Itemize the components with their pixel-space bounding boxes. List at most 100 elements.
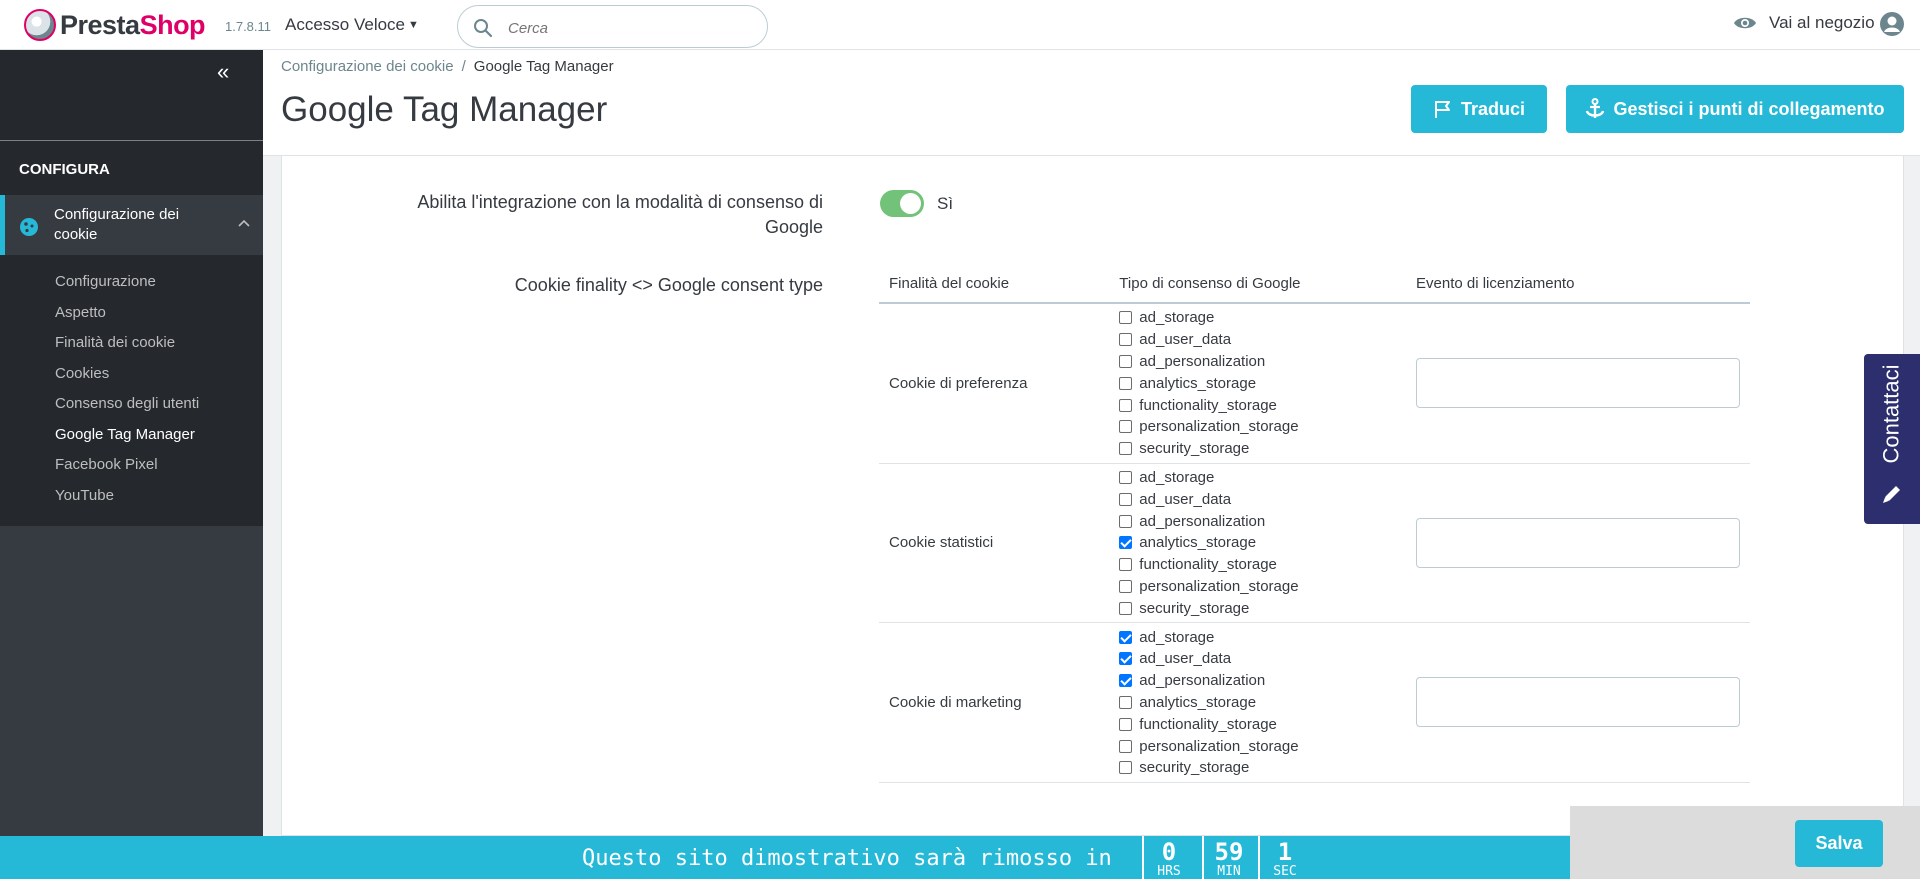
page-title: Google Tag Manager bbox=[281, 90, 608, 129]
breadcrumb-parent-link[interactable]: Configurazione dei cookie bbox=[281, 58, 454, 75]
consent-type-option[interactable]: personalization_storage bbox=[1119, 416, 1406, 438]
consent-type-checkbox[interactable] bbox=[1119, 674, 1133, 688]
consent-type-option[interactable]: ad_storage bbox=[1119, 307, 1406, 329]
consent-type-checkbox[interactable] bbox=[1119, 761, 1133, 775]
sidebar-item-cookie-configuration[interactable]: Configurazione dei cookie bbox=[0, 195, 263, 255]
consent-type-option[interactable]: functionality_storage bbox=[1119, 554, 1406, 576]
consent-type-option[interactable]: ad_personalization bbox=[1119, 351, 1406, 373]
sidebar-item-youtube[interactable]: YouTube bbox=[55, 486, 199, 517]
consent-type-option[interactable]: analytics_storage bbox=[1119, 372, 1406, 394]
sidebar-menu: « CONFIGURA Configurazione dei cookie Co… bbox=[0, 50, 263, 526]
firing-event-input[interactable] bbox=[1416, 358, 1740, 409]
sidebar-item-consenso-degli-utenti[interactable]: Consenso degli utenti bbox=[55, 394, 199, 425]
save-button[interactable]: Salva bbox=[1795, 820, 1883, 867]
consent-type-option[interactable]: security_storage bbox=[1119, 438, 1406, 460]
consent-type-checkbox[interactable] bbox=[1119, 354, 1133, 368]
consent-type-checkbox[interactable] bbox=[1119, 630, 1133, 644]
consent-type-checkbox[interactable] bbox=[1119, 558, 1133, 572]
column-header-finality: Finalità del cookie bbox=[879, 264, 1110, 304]
search-input[interactable] bbox=[506, 16, 750, 40]
consent-type-checkbox[interactable] bbox=[1119, 492, 1133, 506]
consent-type-checkbox[interactable] bbox=[1119, 695, 1133, 709]
consent-type-option[interactable]: ad_user_data bbox=[1119, 488, 1406, 510]
sidebar-item-facebook-pixel[interactable]: Facebook Pixel bbox=[55, 455, 199, 486]
consent-mode-value: Sì bbox=[937, 194, 954, 213]
top-header: PrestaShop 1.7.8.11 Accesso Veloce▼ Vai … bbox=[0, 0, 1920, 50]
manage-hooks-button[interactable]: Gestisci i punti di collegamento bbox=[1566, 85, 1904, 133]
sidebar-item-finalit-dei-cookie[interactable]: Finalità dei cookie bbox=[55, 333, 199, 364]
caret-down-icon: ▼ bbox=[408, 19, 419, 31]
column-header-event: Evento di licenziamento bbox=[1406, 264, 1750, 304]
quick-access-label: Accesso Veloce bbox=[285, 15, 406, 34]
consent-type-checkbox[interactable] bbox=[1119, 514, 1133, 528]
consent-type-checkbox[interactable] bbox=[1119, 579, 1133, 593]
firing-event-cell bbox=[1406, 463, 1750, 624]
sidebar-item-aspetto[interactable]: Aspetto bbox=[55, 303, 199, 334]
consent-type-checkbox[interactable] bbox=[1119, 311, 1133, 325]
consent-type-label: ad_personalization bbox=[1139, 512, 1266, 530]
anchor-icon bbox=[1586, 98, 1605, 118]
demo-notice-text: Questo sito dimostrativo sarà rimosso in bbox=[582, 846, 1112, 871]
countdown-minutes-value: 59 bbox=[1214, 838, 1244, 866]
search-box[interactable] bbox=[457, 5, 768, 48]
consent-type-option[interactable]: functionality_storage bbox=[1119, 394, 1406, 416]
consent-type-checkbox[interactable] bbox=[1119, 536, 1133, 550]
consent-type-option[interactable]: ad_storage bbox=[1119, 626, 1406, 648]
table-row: Cookie statistici ad_storage ad_user_data a… bbox=[879, 463, 1750, 624]
consent-type-checkbox[interactable] bbox=[1119, 652, 1133, 666]
collapse-sidebar-icon[interactable]: « bbox=[217, 61, 229, 83]
demo-countdown-bar: Questo sito dimostrativo sarà rimosso in… bbox=[0, 836, 1570, 879]
search-icon bbox=[474, 19, 493, 38]
consent-mode-toggle[interactable] bbox=[880, 190, 924, 217]
consent-type-option[interactable]: ad_personalization bbox=[1119, 510, 1406, 532]
consent-type-label: ad_user_data bbox=[1139, 490, 1232, 508]
consent-type-checkbox[interactable] bbox=[1119, 420, 1133, 434]
gtm-settings-panel: Abilita l'integrazione con la modalità d… bbox=[281, 156, 1904, 836]
firing-event-cell bbox=[1406, 303, 1750, 464]
consent-type-checkbox[interactable] bbox=[1119, 739, 1133, 753]
version-label: 1.7.8.11 bbox=[225, 19, 272, 34]
consent-type-option[interactable]: security_storage bbox=[1119, 597, 1406, 619]
consent-type-checkbox[interactable] bbox=[1119, 398, 1133, 412]
sidebar-item-configurazione[interactable]: Configurazione bbox=[55, 272, 199, 303]
quick-access-dropdown[interactable]: Accesso Veloce ▼ bbox=[285, 15, 419, 35]
consent-type-checkbox[interactable] bbox=[1119, 376, 1133, 390]
consent-type-checkbox[interactable] bbox=[1119, 601, 1133, 615]
breadcrumb-current: Google Tag Manager bbox=[473, 58, 614, 75]
consent-type-checkbox[interactable] bbox=[1119, 333, 1133, 347]
chevron-up-icon bbox=[238, 219, 250, 227]
consent-type-option[interactable]: analytics_storage bbox=[1119, 532, 1406, 554]
sidebar-item-cookies[interactable]: Cookies bbox=[55, 364, 199, 395]
user-avatar-icon[interactable] bbox=[1879, 11, 1905, 37]
toggle-knob bbox=[900, 193, 921, 214]
consent-type-option[interactable]: ad_personalization bbox=[1119, 670, 1406, 692]
firing-event-input[interactable] bbox=[1416, 677, 1740, 728]
consent-type-label: security_storage bbox=[1139, 599, 1250, 617]
consent-type-option[interactable]: functionality_storage bbox=[1119, 713, 1406, 735]
firing-event-cell bbox=[1406, 622, 1750, 783]
visit-shop-link[interactable]: Vai al negozio bbox=[1733, 13, 1875, 33]
firing-event-input[interactable] bbox=[1416, 517, 1740, 568]
prestashop-logo[interactable]: PrestaShop bbox=[24, 9, 206, 41]
consent-type-checkbox[interactable] bbox=[1119, 470, 1133, 484]
cookie-finality-label: Cookie finality <> Google consent type bbox=[514, 275, 823, 295]
consent-type-option[interactable]: analytics_storage bbox=[1119, 692, 1406, 714]
consent-type-option[interactable]: ad_storage bbox=[1119, 467, 1406, 489]
consent-type-label: ad_storage bbox=[1139, 309, 1215, 327]
translate-button[interactable]: Traduci bbox=[1411, 85, 1547, 133]
consent-type-label: ad_personalization bbox=[1139, 352, 1266, 370]
consent-type-label: security_storage bbox=[1139, 440, 1250, 458]
consent-type-option[interactable]: ad_user_data bbox=[1119, 648, 1406, 670]
consent-type-option[interactable]: personalization_storage bbox=[1119, 735, 1406, 757]
consent-type-checkbox[interactable] bbox=[1119, 717, 1133, 731]
consent-type-option[interactable]: ad_user_data bbox=[1119, 329, 1406, 351]
sidebar-divider bbox=[0, 140, 263, 141]
contact-tab[interactable]: Contattaci bbox=[1864, 354, 1920, 524]
consent-type-label: personalization_storage bbox=[1139, 577, 1299, 595]
sidebar-item-google-tag-manager[interactable]: Google Tag Manager bbox=[55, 425, 199, 456]
consent-type-option[interactable]: personalization_storage bbox=[1119, 576, 1406, 598]
consent-type-label: personalization_storage bbox=[1139, 737, 1299, 755]
consent-type-option[interactable]: security_storage bbox=[1119, 757, 1406, 779]
table-row: Cookie di preferenza ad_storage ad_user_da… bbox=[879, 303, 1750, 464]
consent-type-checkbox[interactable] bbox=[1119, 442, 1133, 456]
